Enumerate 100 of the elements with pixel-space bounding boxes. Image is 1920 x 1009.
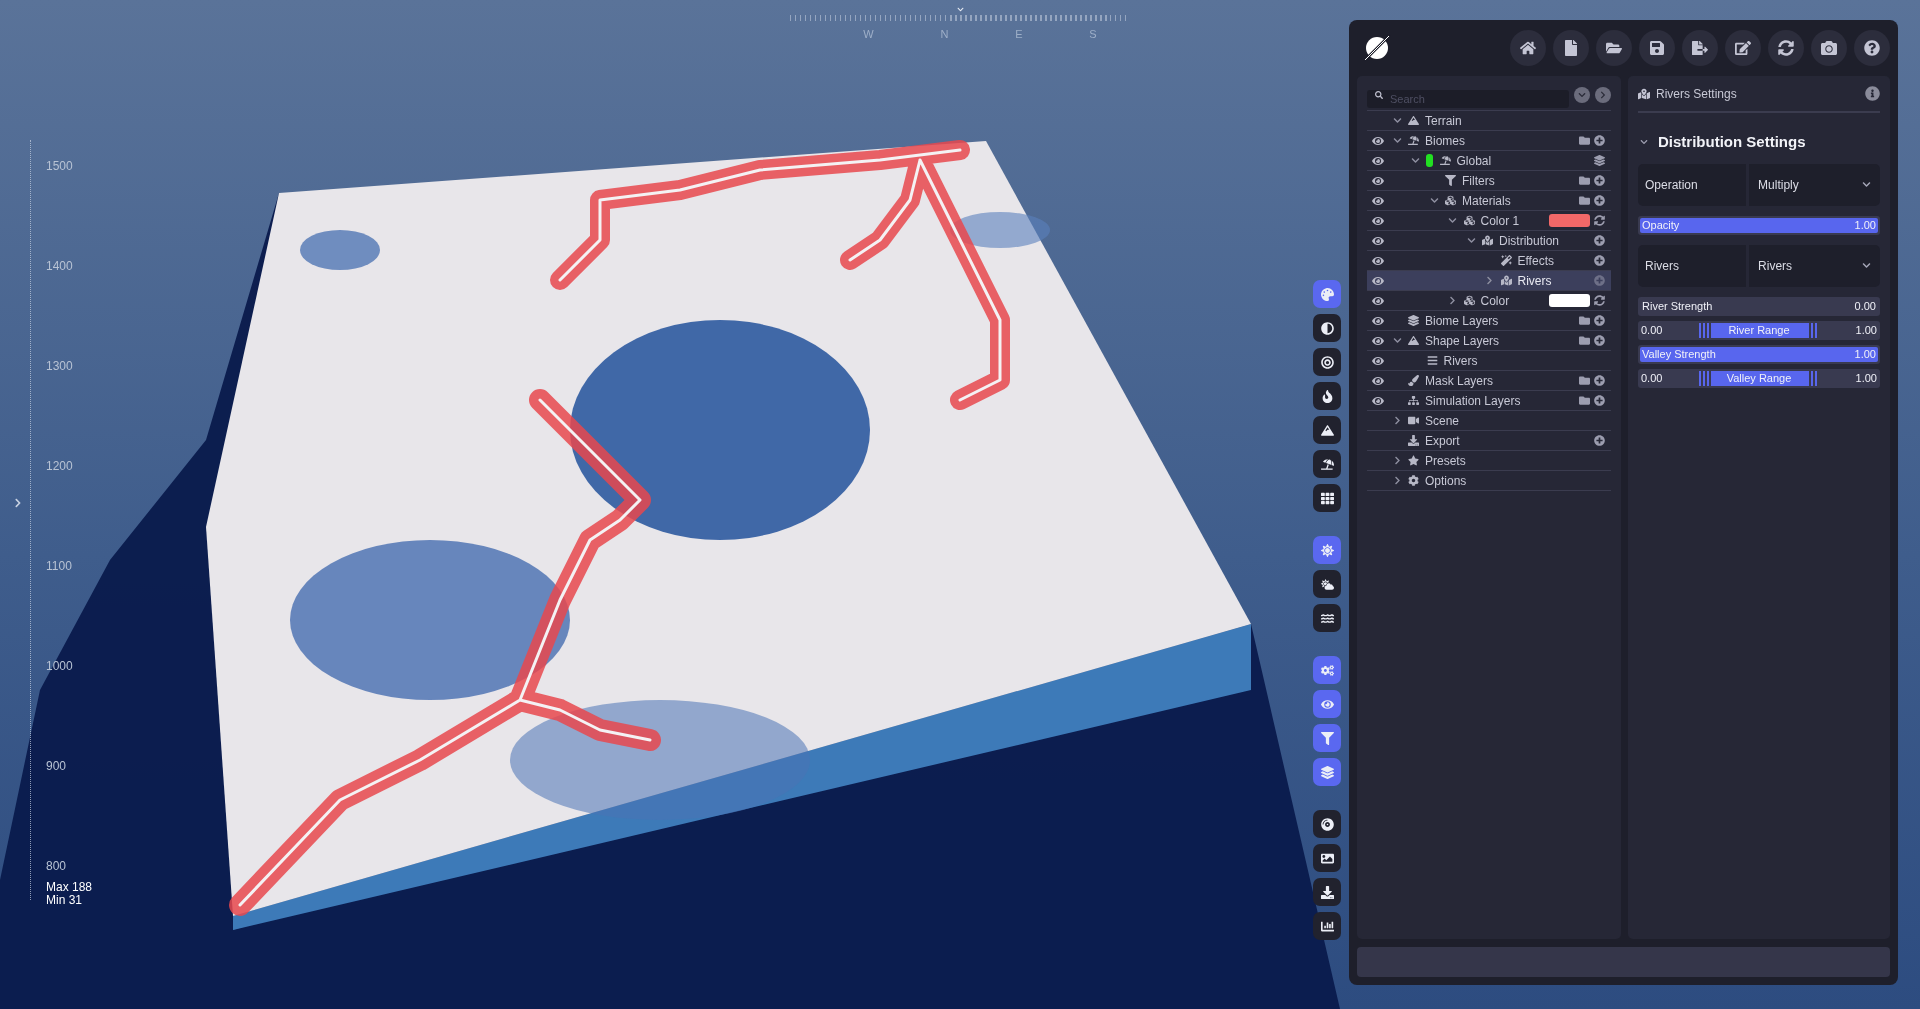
tool-button[interactable] [1313, 656, 1341, 684]
range-handle-icon[interactable] [1807, 322, 1819, 338]
tool-button[interactable] [1313, 604, 1341, 632]
chevron-down-icon[interactable] [1392, 116, 1402, 125]
range-slider[interactable]: Valley Range [1699, 370, 1819, 386]
eye-icon[interactable] [1372, 254, 1384, 267]
chevron-down-icon[interactable] [1466, 236, 1476, 245]
chevron-right-icon[interactable] [1485, 276, 1494, 285]
tree-row[interactable]: Global [1367, 151, 1611, 171]
tree-row[interactable]: Materials [1367, 191, 1611, 211]
folder-icon[interactable] [1579, 375, 1590, 386]
tree-row[interactable]: Filters [1367, 171, 1611, 191]
expand-icon[interactable] [14, 498, 22, 508]
eye-icon[interactable] [1372, 214, 1384, 227]
tool-button[interactable] [1313, 314, 1341, 342]
tool-button[interactable] [1313, 484, 1341, 512]
folder-icon[interactable] [1579, 315, 1590, 326]
tree-row[interactable]: Biome Layers [1367, 311, 1611, 331]
tree-row[interactable]: Scene [1367, 411, 1611, 431]
refresh-button[interactable] [1768, 30, 1804, 66]
color-swatch[interactable] [1549, 214, 1590, 227]
dropdown[interactable]: Multiply [1749, 163, 1880, 206]
add-icon[interactable] [1594, 175, 1605, 186]
search-field[interactable]: Search [1367, 90, 1569, 108]
chevron-down-icon[interactable] [1411, 156, 1420, 165]
chevron-down-icon[interactable] [1392, 336, 1402, 345]
layers-icon[interactable] [1594, 155, 1605, 166]
tool-button[interactable] [1313, 570, 1341, 598]
add-icon[interactable] [1594, 375, 1605, 386]
tool-button[interactable] [1313, 690, 1341, 718]
color-swatch[interactable] [1549, 294, 1590, 307]
tool-button[interactable] [1313, 912, 1341, 940]
tool-button[interactable] [1313, 878, 1341, 906]
eye-icon[interactable] [1372, 154, 1384, 167]
tree-row[interactable]: Export [1367, 431, 1611, 451]
info-icon[interactable] [1865, 86, 1880, 101]
tree-row[interactable]: Simulation Layers [1367, 391, 1611, 411]
add-icon[interactable] [1594, 235, 1605, 246]
add-icon[interactable] [1594, 395, 1605, 406]
open-folder-button[interactable] [1596, 30, 1632, 66]
folder-icon[interactable] [1579, 175, 1590, 186]
slider[interactable]: Opacity 1.00 [1638, 215, 1880, 235]
tool-button[interactable] [1313, 348, 1341, 376]
tool-button[interactable] [1313, 450, 1341, 478]
tree-row[interactable]: Distribution [1367, 231, 1611, 251]
tree-row[interactable]: Rivers [1367, 351, 1611, 371]
chevron-right-icon[interactable] [1448, 296, 1457, 305]
tree-row[interactable]: Color 1 [1367, 211, 1611, 231]
tree-row[interactable]: Mask Layers [1367, 371, 1611, 391]
slider[interactable]: River Strength 0.00 [1638, 296, 1880, 316]
chevron-down-icon[interactable] [1448, 216, 1457, 225]
refresh-icon[interactable] [1594, 295, 1605, 306]
chevron-right-icon[interactable] [1392, 476, 1402, 485]
tree-row[interactable]: Shape Layers [1367, 331, 1611, 351]
eye-icon[interactable] [1372, 194, 1384, 207]
eye-icon[interactable] [1372, 134, 1384, 147]
range-handle-icon[interactable] [1699, 370, 1711, 386]
tree-row[interactable]: Terrain [1367, 111, 1611, 131]
folder-icon[interactable] [1579, 135, 1590, 146]
edit-file-button[interactable] [1725, 30, 1761, 66]
chevron-down-icon[interactable] [1392, 136, 1402, 145]
eye-icon[interactable] [1372, 374, 1384, 387]
add-icon[interactable] [1594, 195, 1605, 206]
camera-button[interactable] [1811, 30, 1847, 66]
tool-button[interactable] [1313, 844, 1341, 872]
dropdown[interactable]: Rivers [1749, 244, 1880, 287]
home-button[interactable] [1510, 30, 1546, 66]
slider[interactable]: Valley Strength 1.00 [1638, 344, 1880, 364]
refresh-icon[interactable] [1594, 215, 1605, 226]
eye-icon[interactable] [1372, 334, 1384, 347]
add-icon[interactable] [1594, 435, 1605, 446]
chevron-down-icon[interactable] [1429, 196, 1439, 205]
add-icon[interactable] [1594, 135, 1605, 146]
tool-button[interactable] [1313, 416, 1341, 444]
eye-icon[interactable] [1372, 234, 1384, 247]
expand-all-icon[interactable] [1595, 87, 1611, 103]
tree-row[interactable]: Presets [1367, 451, 1611, 471]
tool-button[interactable] [1313, 758, 1341, 786]
help-button[interactable] [1854, 30, 1890, 66]
folder-icon[interactable] [1579, 195, 1590, 206]
chevron-right-icon[interactable] [1392, 416, 1402, 425]
tree-row[interactable]: Options [1367, 471, 1611, 491]
range-handle-icon[interactable] [1807, 370, 1819, 386]
save-as-button[interactable] [1682, 30, 1718, 66]
tree-row[interactable]: Rivers [1367, 271, 1611, 291]
eye-icon[interactable] [1372, 394, 1384, 407]
tool-button[interactable] [1313, 810, 1341, 838]
eye-icon[interactable] [1372, 294, 1384, 307]
eye-icon[interactable] [1372, 174, 1384, 187]
collapse-all-icon[interactable] [1574, 87, 1590, 103]
add-icon[interactable] [1594, 255, 1605, 266]
chevron-down-icon[interactable] [1640, 138, 1648, 147]
range-slider[interactable]: River Range [1699, 322, 1819, 338]
tree-row[interactable]: Color [1367, 291, 1611, 311]
add-icon[interactable] [1594, 315, 1605, 326]
chevron-right-icon[interactable] [1392, 456, 1402, 465]
eye-icon[interactable] [1372, 354, 1384, 367]
tool-button[interactable] [1313, 382, 1341, 410]
new-file-button[interactable] [1553, 30, 1589, 66]
save-button[interactable] [1639, 30, 1675, 66]
